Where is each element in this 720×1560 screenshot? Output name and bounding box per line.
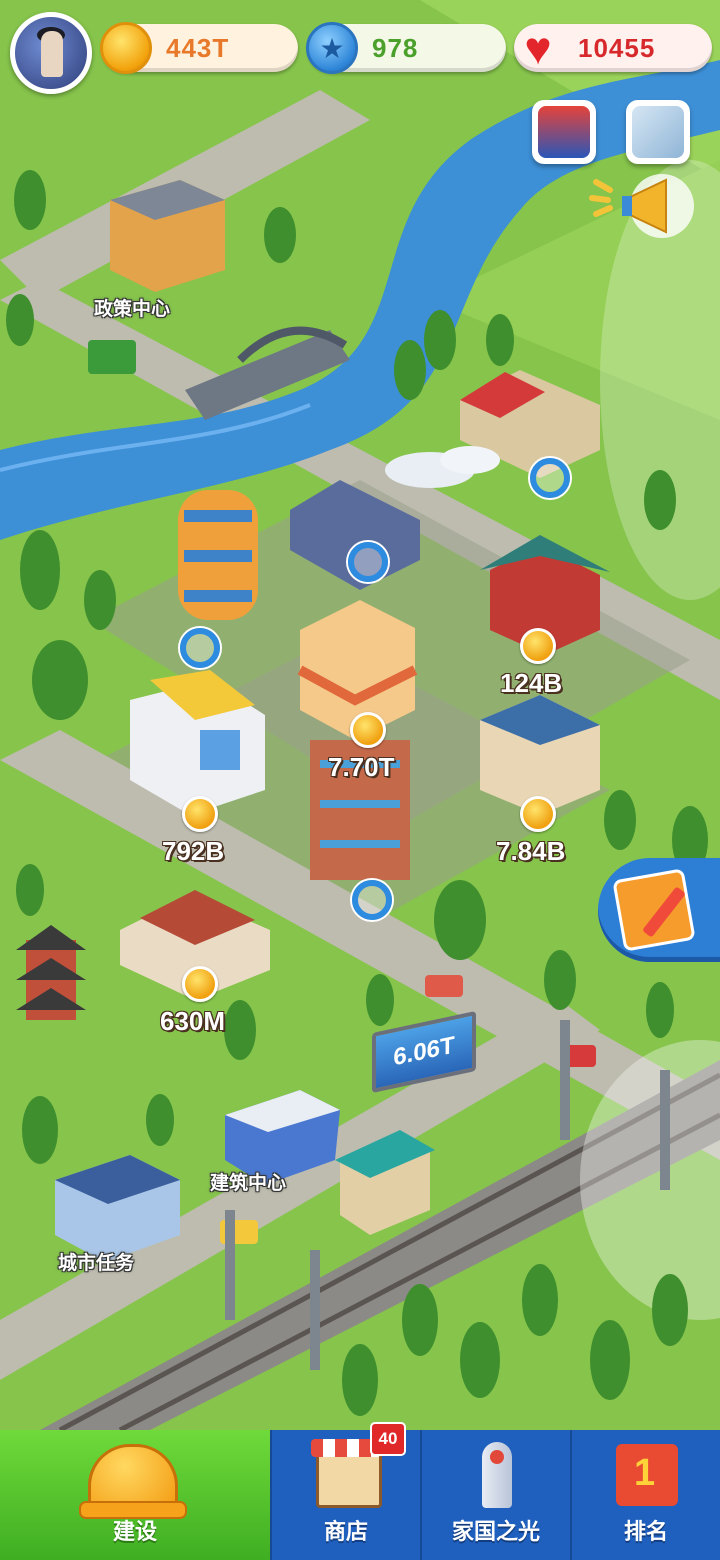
bottom-nav: 建设 商店 家国之光 排名 [0, 1430, 720, 1560]
star-count: 978 [372, 33, 419, 63]
megaphone-icon[interactable] [588, 168, 698, 240]
coin-icon[interactable] [520, 796, 556, 832]
library-earning[interactable]: 792B [162, 836, 224, 867]
coin-icon[interactable] [350, 712, 386, 748]
nav-ranking[interactable]: 排名 [572, 1430, 720, 1560]
shop-center-earning[interactable]: 7.70T [328, 752, 395, 783]
poster-button[interactable] [626, 100, 690, 164]
shop-icon [311, 1439, 382, 1508]
avatar-figure [41, 31, 63, 77]
podium-icon [616, 1444, 678, 1506]
coin-counter[interactable]: 443T [100, 22, 298, 74]
building-center-label[interactable]: 建筑中心 [210, 1168, 286, 1195]
hard-hat-icon [79, 1444, 187, 1519]
player-avatar[interactable] [10, 12, 92, 94]
policy-center-label[interactable]: 政策中心 [94, 294, 170, 321]
apartment-earning[interactable]: 7.84B [496, 836, 565, 867]
coin-count: 443T [166, 33, 230, 63]
gold-coin-icon [100, 22, 152, 74]
blueprint-button[interactable] [598, 858, 720, 962]
heart-count: 10455 [578, 33, 656, 63]
poster-icon [632, 106, 684, 158]
courtyard-earning[interactable]: 630M [160, 1006, 225, 1037]
blueprint-icon [612, 868, 696, 952]
heart-icon: ♥ [524, 22, 552, 74]
event-button[interactable] [532, 100, 596, 164]
coin-icon[interactable] [182, 796, 218, 832]
upgrade-ring-power-plant[interactable] [348, 542, 388, 582]
upgrade-ring-factory[interactable] [530, 458, 570, 498]
shop-badge: 40 [370, 1422, 406, 1456]
heart-counter[interactable]: ♥ 10455 [514, 22, 712, 74]
coin-icon[interactable] [182, 966, 218, 1002]
nav-build[interactable]: 建设 [0, 1430, 270, 1560]
nav-home-light[interactable]: 家国之光 [422, 1430, 570, 1560]
city-tasks-label[interactable]: 城市任务 [58, 1248, 134, 1275]
coin-icon[interactable] [520, 628, 556, 664]
nav-home-light-label: 家国之光 [451, 1519, 540, 1544]
event-icon [538, 106, 590, 158]
blue-star-icon: ★ [306, 22, 358, 74]
rocket-icon [482, 1442, 512, 1508]
upgrade-ring-brick-tower[interactable] [352, 880, 392, 920]
nav-build-label: 建设 [112, 1519, 157, 1544]
star-counter[interactable]: ★ 978 [306, 22, 506, 74]
temple-earning[interactable]: 124B [500, 668, 562, 699]
nav-shop-label: 商店 [323, 1519, 368, 1544]
upgrade-ring-tower[interactable] [180, 628, 220, 668]
nav-ranking-label: 排名 [623, 1519, 668, 1544]
